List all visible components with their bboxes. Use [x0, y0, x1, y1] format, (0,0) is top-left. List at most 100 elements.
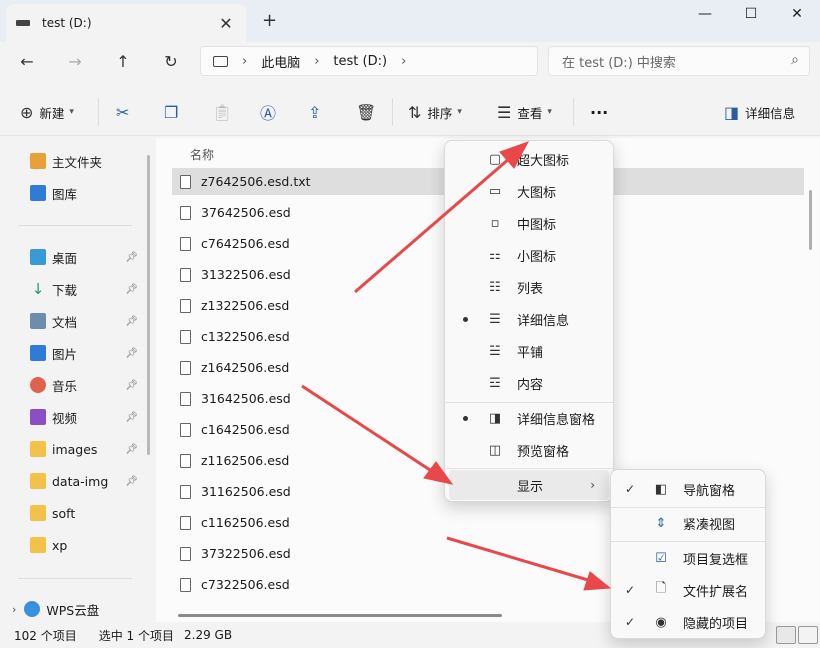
menu-item-content[interactable]: ☲ 内容 — [445, 368, 613, 398]
menu-item-large-icons[interactable]: ▭ 大图标 — [445, 176, 613, 206]
delete-button[interactable]: 🗑︎ — [356, 98, 382, 126]
toolbar-divider — [392, 98, 393, 126]
nav-item-wps[interactable]: › WPS云盘 — [12, 598, 142, 620]
menu-item-label: 紧凑视图 — [683, 517, 736, 533]
nav-item-home[interactable]: 主文件夹 — [30, 150, 142, 172]
clipboard-icon: 📋︎ — [212, 102, 233, 122]
file-name: z1162506.esd — [201, 453, 290, 468]
file-name: c1322506.esd — [201, 329, 290, 344]
selection-count: 选中 1 个项目 — [98, 628, 174, 643]
refresh-button[interactable]: ↻ — [157, 49, 185, 73]
menu-item-show[interactable]: 显示 › — [449, 470, 609, 500]
nav-item-pictures[interactable]: 图片 📌︎ — [30, 342, 142, 364]
nav-item-music[interactable]: 音乐 📌︎ — [30, 374, 142, 396]
menu-item-small-icons[interactable]: ⚏ 小图标 — [445, 240, 613, 270]
file-icon — [180, 298, 191, 313]
copy-button[interactable]: ❐ — [164, 98, 184, 126]
menu-item-details[interactable]: ☰ 详细信息 — [445, 304, 613, 334]
nav-scrollbar[interactable] — [147, 155, 150, 455]
nav-item-xp[interactable]: xp — [30, 534, 142, 556]
details-view-icon[interactable] — [776, 626, 796, 644]
file-name: c7642506.esd — [201, 236, 290, 251]
menu-item-extra-large-icons[interactable]: ▢ 超大图标 — [445, 144, 613, 174]
nav-item-soft[interactable]: soft — [30, 502, 142, 524]
menu-item-compact-view[interactable]: ⇕ 紧凑视图 — [611, 508, 765, 538]
nav-item-documents[interactable]: 文档 📌︎ — [30, 310, 142, 332]
chevron-right-icon: › — [242, 53, 248, 69]
breadcrumb-this-pc[interactable]: 此电脑 — [261, 52, 300, 71]
video-icon — [30, 409, 46, 425]
item-count: 102 个项目 — [14, 628, 77, 643]
cut-button[interactable]: ✂ — [116, 98, 135, 126]
pin-icon: 📌︎ — [125, 347, 138, 359]
sort-button[interactable]: ⇅ 排序 ▾ — [408, 98, 462, 126]
horizontal-scrollbar[interactable] — [178, 614, 502, 617]
search-input[interactable]: 在 test (D:) 中搜索 ⌕ — [548, 46, 810, 76]
menu-item-label: 详细信息窗格 — [517, 412, 596, 428]
back-button[interactable]: ← — [13, 49, 41, 73]
tab-close-icon[interactable]: ✕ — [216, 14, 236, 33]
file-name: 37322506.esd — [201, 546, 291, 561]
menu-item-nav-pane[interactable]: ✓ ◧ 导航窗格 — [611, 474, 765, 504]
nav-label: images — [52, 441, 98, 457]
minimize-button[interactable]: — — [682, 0, 728, 28]
nav-item-desktop[interactable]: 桌面 📌︎ — [30, 246, 142, 268]
nav-item-videos[interactable]: 视频 📌︎ — [30, 406, 142, 428]
menu-item-label: 预览窗格 — [517, 444, 570, 460]
column-header-name[interactable]: 名称 — [190, 146, 214, 163]
forward-button[interactable]: → — [61, 49, 89, 73]
list-scrollbar-thumb[interactable] — [809, 190, 812, 250]
menu-item-label: 隐藏的项目 — [683, 616, 749, 632]
maximize-button[interactable]: ☐ — [728, 0, 774, 28]
new-tab-button[interactable]: + — [262, 10, 277, 31]
address-input[interactable]: › 此电脑 › test (D:) › — [200, 46, 538, 76]
breadcrumb-test-d[interactable]: test (D:) — [333, 54, 387, 69]
share-button[interactable]: ⇪ — [308, 98, 327, 126]
nav-item-gallery[interactable]: 图库 — [30, 182, 142, 204]
rename-button[interactable]: Ⓐ — [260, 98, 282, 126]
toolbar-divider — [98, 98, 99, 126]
tab-test-d[interactable]: test (D:) ✕ — [6, 4, 246, 42]
nav-item-data-img[interactable]: data-img 📌︎ — [30, 470, 142, 492]
trash-icon: 🗑︎ — [356, 102, 377, 122]
show-submenu: ✓ ◧ 导航窗格 ⇕ 紧凑视图 ☑ 项目复选框 ✓ 🗋︎ 文件扩展名 ✓ ◉ 隐… — [610, 469, 766, 639]
share-icon: ⇪ — [308, 102, 322, 122]
paste-button[interactable]: 📋︎ — [212, 98, 238, 126]
menu-item-details-pane[interactable]: ◨ 详细信息窗格 — [445, 403, 613, 433]
pin-icon: 📌︎ — [125, 283, 138, 295]
menu-item-hidden-items[interactable]: ✓ ◉ 隐藏的项目 — [611, 607, 765, 637]
menu-item-label: 小图标 — [517, 249, 557, 265]
menu-item-preview-pane[interactable]: ◫ 预览窗格 — [445, 435, 613, 465]
nav-item-images[interactable]: images 📌︎ — [30, 438, 142, 460]
more-button[interactable]: ··· — [590, 98, 608, 126]
file-name: c1642506.esd — [201, 422, 290, 437]
menu-item-list[interactable]: ☷ 列表 — [445, 272, 613, 302]
menu-item-item-checkboxes[interactable]: ☑ 项目复选框 — [611, 543, 765, 573]
medium-icons-icon: ▫ — [490, 215, 500, 231]
view-lines-icon: ☰ — [497, 102, 512, 122]
content-icon: ☲ — [489, 375, 501, 391]
nav-divider — [18, 225, 132, 226]
nav-label: 下载 — [52, 282, 78, 298]
sort-label: 排序 — [427, 105, 453, 121]
new-button[interactable]: ⊕ 新建 ▾ — [20, 98, 74, 126]
menu-item-file-extensions[interactable]: ✓ 🗋︎ 文件扩展名 — [611, 575, 765, 605]
up-button[interactable]: ↑ — [109, 49, 137, 73]
nav-label: WPS云盘 — [46, 602, 100, 618]
details-pane-button[interactable]: ◨ 详细信息 — [724, 98, 795, 126]
menu-item-label: 列表 — [517, 281, 544, 297]
menu-divider — [611, 541, 765, 542]
view-button[interactable]: ☰ 查看 ▾ — [497, 98, 552, 126]
file-icon — [180, 546, 191, 561]
large-icons-icon: ▭ — [488, 183, 502, 199]
search-icon: ⌕ — [791, 52, 799, 68]
file-name: 31162506.esd — [201, 484, 291, 499]
nav-label: 视频 — [52, 410, 78, 426]
close-window-button[interactable]: ✕ — [774, 0, 820, 28]
nav-item-downloads[interactable]: ↓ 下载 📌︎ — [30, 278, 142, 300]
new-label: 新建 — [39, 105, 65, 121]
file-icon — [180, 329, 191, 344]
menu-item-medium-icons[interactable]: ▫ 中图标 — [445, 208, 613, 238]
menu-item-tiles[interactable]: ☱ 平铺 — [445, 336, 613, 366]
thumbnail-view-icon[interactable] — [798, 626, 818, 644]
